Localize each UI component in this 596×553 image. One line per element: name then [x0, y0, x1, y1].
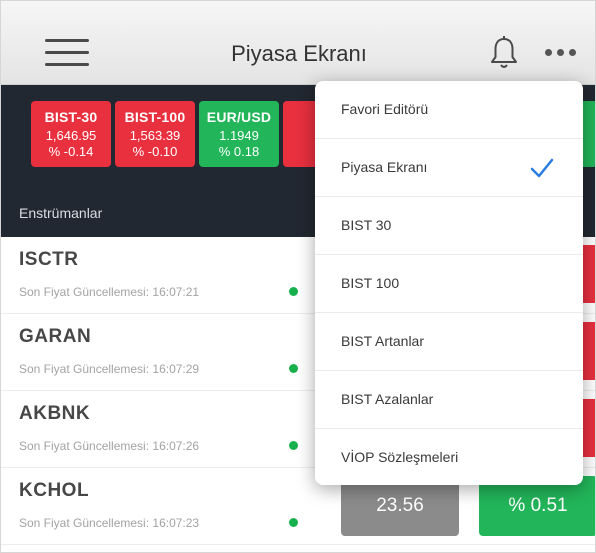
app-window: Piyasa Ekranı BIST-30 1,646.95 % -0.14 B… — [0, 0, 596, 553]
menu-item-piyasa-ekrani[interactable]: Piyasa Ekranı — [315, 139, 583, 197]
instrument-symbol: AKBNK — [19, 403, 91, 424]
price-box[interactable]: 23.56 — [341, 476, 459, 536]
last-update-text: Son Fiyat Güncellemesi: 16:07:26 — [19, 439, 200, 453]
ticker-value: 1,646.95 — [45, 128, 97, 143]
menu-item-label: VİOP Sözleşmeleri — [341, 449, 459, 465]
checkmark-icon — [530, 158, 554, 178]
live-status-dot — [289, 287, 298, 296]
menu-item-bist-100[interactable]: BIST 100 — [315, 255, 583, 313]
menu-item-favori-editoru[interactable]: Favori Editörü — [315, 81, 583, 139]
ticker-change: % -0.14 — [48, 144, 94, 159]
last-update-text: Son Fiyat Güncellemesi: 16:07:29 — [19, 362, 200, 376]
live-status-dot — [289, 518, 298, 527]
instrument-symbol: KCHOL — [19, 480, 90, 501]
ticker-value: 1.1949 — [219, 128, 259, 143]
menu-item-label: BIST 30 — [341, 217, 392, 233]
menu-item-bist-artanlar[interactable]: BIST Artanlar — [315, 313, 583, 371]
instrument-symbol: ISCTR — [19, 249, 79, 270]
list-selector-menu: Favori Editörü Piyasa Ekranı BIST 30 BIS… — [315, 81, 583, 485]
ticker-chip-bist30[interactable]: BIST-30 1,646.95 % -0.14 — [31, 101, 111, 167]
ticker-name: BIST-100 — [124, 109, 186, 125]
change-box[interactable]: % 0.51 — [479, 476, 595, 536]
live-status-dot — [289, 441, 298, 450]
ticker-change: % -0.10 — [132, 144, 178, 159]
more-icon[interactable] — [545, 49, 577, 57]
instrument-symbol: GARAN — [19, 326, 92, 347]
ticker-change: % 0.18 — [218, 144, 260, 159]
menu-item-bist-azalanlar[interactable]: BIST Azalanlar — [315, 371, 583, 429]
section-label-instruments: Enstrümanlar — [19, 205, 103, 221]
live-status-dot — [289, 364, 298, 373]
menu-item-label: BIST 100 — [341, 275, 400, 291]
ticker-chip-eurusd[interactable]: EUR/USD 1.1949 % 0.18 — [199, 101, 279, 167]
ticker-chip-bist100[interactable]: BIST-100 1,563.39 % -0.10 — [115, 101, 195, 167]
menu-item-label: Piyasa Ekranı — [341, 159, 428, 175]
menu-item-label: Favori Editörü — [341, 101, 429, 117]
bell-icon[interactable] — [489, 35, 519, 71]
top-bar: Piyasa Ekranı — [1, 1, 595, 85]
ticker-value: 1,563.39 — [129, 128, 181, 143]
ticker-name: EUR/USD — [206, 109, 272, 125]
menu-item-bist-30[interactable]: BIST 30 — [315, 197, 583, 255]
ticker-name: BIST-30 — [44, 109, 98, 125]
menu-item-label: BIST Azalanlar — [341, 391, 434, 407]
last-update-text: Son Fiyat Güncellemesi: 16:07:21 — [19, 285, 200, 299]
last-update-text: Son Fiyat Güncellemesi: 16:07:23 — [19, 516, 200, 530]
menu-item-viop-sozlesmeleri[interactable]: VİOP Sözleşmeleri — [315, 429, 583, 485]
menu-item-label: BIST Artanlar — [341, 333, 425, 349]
